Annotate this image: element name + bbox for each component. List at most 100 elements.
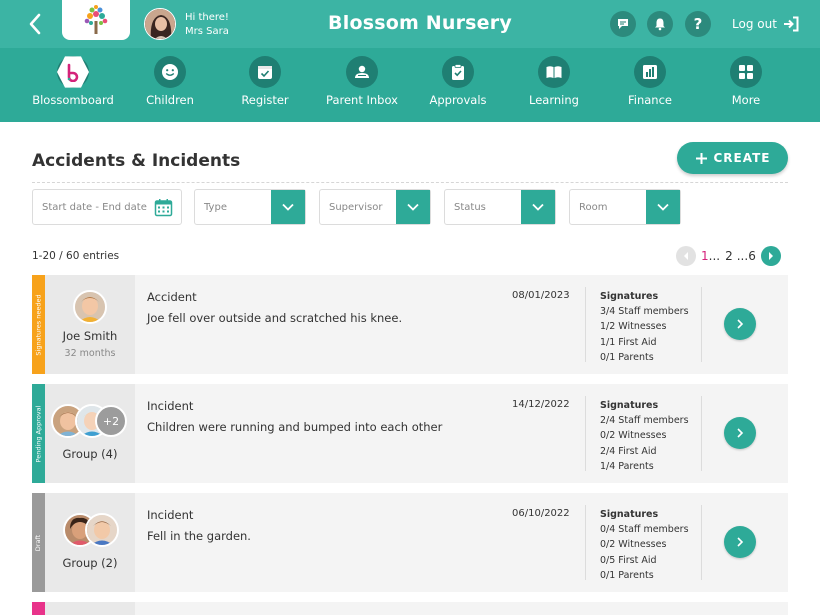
signatures-summary: Signatures 2/4 Staff members 0/2 Witness… <box>600 398 689 474</box>
logout-button[interactable]: Log out <box>732 16 799 32</box>
incident-description: Fell in the garden. <box>147 529 251 543</box>
nav-label: Parent Inbox <box>326 93 398 107</box>
chevron-down-icon <box>282 203 294 211</box>
nav-register[interactable]: Register <box>217 56 313 107</box>
status-filter[interactable]: Status <box>444 189 556 225</box>
chevron-left-icon <box>29 13 41 35</box>
nav-parent-inbox[interactable]: Parent Inbox <box>314 56 410 107</box>
chart-icon <box>643 65 657 79</box>
incident-card[interactable]: Pending Approval +2 Group (4) Incident C… <box>32 384 788 483</box>
nav-label: Register <box>241 93 289 107</box>
tree-logo-icon <box>84 5 108 34</box>
chevron-down-icon <box>407 203 419 211</box>
page-2[interactable]: 2 <box>725 249 733 263</box>
message-icon <box>618 19 628 29</box>
open-incident-button[interactable] <box>724 417 756 449</box>
room-dropdown-button[interactable] <box>646 190 680 224</box>
grid-icon <box>739 65 753 79</box>
page-title: Accidents & Incidents <box>32 151 241 171</box>
chevron-down-icon <box>532 203 544 211</box>
nav-finance[interactable]: Finance <box>602 56 698 107</box>
nav-more[interactable]: More <box>698 56 794 107</box>
nav-icon-wrap <box>249 56 281 88</box>
user-greeting: Hi there! Mrs Sara <box>185 11 229 39</box>
supervisor-filter[interactable]: Supervisor <box>319 189 431 225</box>
pagination-ellipsis: ... <box>708 249 721 263</box>
chevron-right-icon <box>737 319 744 329</box>
child-name: Group (2) <box>62 556 118 570</box>
status-stripe: Pending Approval <box>32 384 45 483</box>
back-button[interactable] <box>22 10 48 38</box>
signatures-heading: Signatures <box>600 509 659 520</box>
status-dropdown-button[interactable] <box>521 190 555 224</box>
signature-witnesses: 0/2 Witnesses <box>600 430 667 442</box>
nav-children[interactable]: Children <box>122 56 218 107</box>
nav-learning[interactable]: Learning <box>506 56 602 107</box>
type-dropdown-button[interactable] <box>271 190 305 224</box>
incident-card[interactable]: Draft Group (2) Incident Fell in the gar… <box>32 493 788 592</box>
child-age: 32 months <box>64 348 116 359</box>
column-divider <box>585 287 586 362</box>
divider <box>32 182 788 183</box>
child-name: Joe Smith <box>62 329 118 343</box>
open-incident-button[interactable] <box>724 308 756 340</box>
signature-staff: 2/4 Staff members <box>600 415 689 427</box>
type-filter-label: Type <box>204 202 227 213</box>
chevron-right-icon <box>737 537 744 547</box>
supervisor-filter-label: Supervisor <box>329 202 383 213</box>
chevron-right-icon <box>737 428 744 438</box>
open-incident-button[interactable] <box>724 526 756 558</box>
page-1[interactable]: 1 <box>701 249 709 263</box>
chevron-down-icon <box>657 203 669 211</box>
create-button[interactable]: CREATE <box>677 142 788 174</box>
child-info: +2 Group (4) <box>45 384 135 483</box>
status-stripe <box>32 602 45 615</box>
main-nav: Blossomboard Children Register Parent In… <box>0 48 820 122</box>
nav-icon-wrap <box>346 56 378 88</box>
blossomboard-logo-icon <box>57 56 89 88</box>
nav-label: Children <box>146 93 194 107</box>
nav-icon-wrap <box>634 56 666 88</box>
bell-icon <box>655 18 665 31</box>
signature-parents: 0/1 Parents <box>600 351 654 363</box>
nav-label: Blossomboard <box>32 93 114 107</box>
nav-icon-wrap <box>57 56 89 88</box>
chevron-right-icon <box>768 252 773 260</box>
room-filter[interactable]: Room <box>569 189 681 225</box>
help-button[interactable]: ? <box>685 11 711 37</box>
nav-blossomboard[interactable]: Blossomboard <box>25 56 121 107</box>
signature-parents: 1/4 Parents <box>600 460 654 472</box>
child-avatar <box>73 290 107 324</box>
messages-button[interactable] <box>610 11 636 37</box>
nursery-logo[interactable] <box>62 0 130 40</box>
nav-approvals[interactable]: Approvals <box>410 56 506 107</box>
incident-card[interactable]: Signatures needed Joe Smith 32 months Ac… <box>32 275 788 374</box>
next-page-button[interactable] <box>760 246 781 266</box>
incident-card[interactable] <box>32 602 788 615</box>
signature-first-aid: 0/5 First Aid <box>600 554 657 566</box>
notifications-button[interactable] <box>647 11 673 37</box>
incident-date: 08/01/2023 <box>512 290 570 301</box>
signature-witnesses: 0/2 Witnesses <box>600 539 667 551</box>
nav-label: More <box>731 93 761 107</box>
type-filter[interactable]: Type <box>194 189 306 225</box>
supervisor-dropdown-button[interactable] <box>396 190 430 224</box>
incident-type: Incident <box>147 399 194 413</box>
user-avatar[interactable] <box>144 8 176 40</box>
parent-inbox-icon <box>355 65 369 78</box>
page-6[interactable]: 6 <box>748 249 756 263</box>
column-divider <box>701 287 702 362</box>
signature-first-aid: 2/4 First Aid <box>600 445 657 457</box>
room-filter-label: Room <box>579 202 608 213</box>
clipboard-check-icon <box>452 64 464 80</box>
date-range-filter[interactable]: Start date - End date <box>32 189 182 225</box>
prev-page-button[interactable] <box>676 246 696 266</box>
signatures-summary: Signatures 0/4 Staff members 0/2 Witness… <box>600 507 689 583</box>
child-info: Group (2) <box>45 493 135 592</box>
column-divider <box>585 505 586 580</box>
pagination: 1... 2... 6 <box>676 246 781 266</box>
book-icon <box>546 66 562 78</box>
incident-type: Incident <box>147 508 194 522</box>
child-info: Joe Smith 32 months <box>45 275 135 374</box>
calendar-icon[interactable] <box>154 198 173 217</box>
